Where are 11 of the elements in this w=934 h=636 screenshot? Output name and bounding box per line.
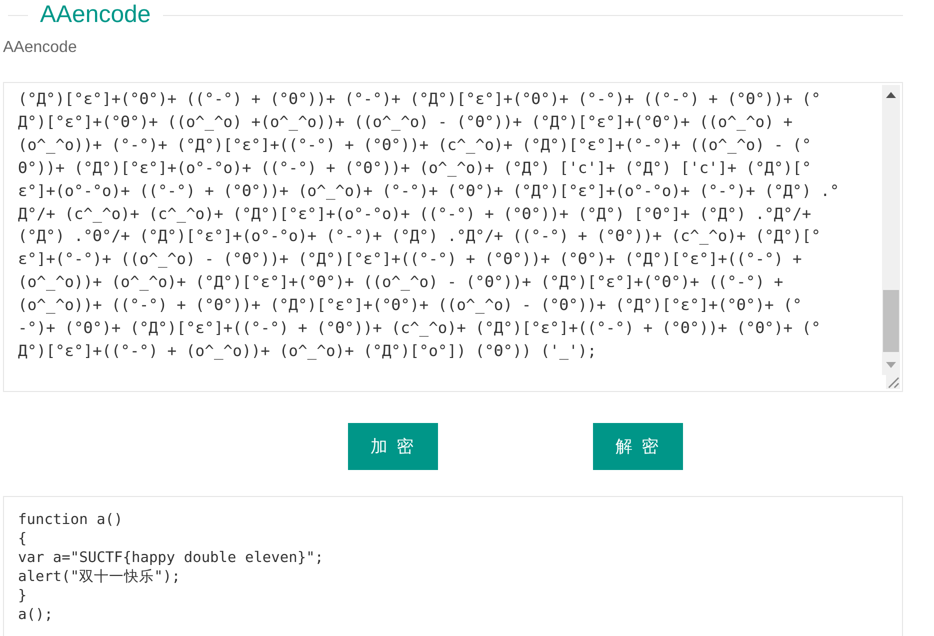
action-button[interactable]: 加 密 [348,423,438,470]
scrollbar-thumb[interactable] [883,290,899,352]
subtitle: AAencode [3,39,78,58]
scroll-down-icon[interactable] [886,362,896,368]
section-title: AAencode [40,0,151,30]
output-box: function a() { var a="SUCTF{happy double eleven}"; alert("双十一快乐"); } a(); [3,496,903,636]
scroll-up-icon[interactable] [886,92,896,98]
scrollbar[interactable] [882,85,900,375]
action-button[interactable]: 解 密 [593,423,683,470]
encoded-textarea[interactable]: (°Д°)[°ε°]+(°Θ°)+ ((°-°) + (°Θ°))+ (°-°)+ (°Д°)[°ε°]+(°Θ°)+ (°-°)+ ((°-°) + (°Θ°))+ (° Д°)[°ε°]+(°Θ°)+ ((o^_^o) +(o^_^o))+ ((o^_^o) - (°Θ°))+ (°Д°)[°ε°]+(°Θ°)+ ((o^_^o) + (o^_^o))+ (°-°)+ (°Д°)[°ε°]+((°-°) + (°Θ°))+ (c^_^o)+ (°Д°)[°ε°]+(°-°)+ ((o^_^o) - (° Θ°))+ (°Д°)[°ε°]+(o°-°o)+ ((°-°) + (°Θ°))+ (o^_^o)+ (°Д°) ['c']+ (°Д°) ['c']+ (°Д°)[° ε°]+(o°-°o)+ ((°-°) + (°Θ°))+ (o^_^o)+ (°-°)+ (°Θ°)+ (°Д°)[°ε°]+(o°-°o)+ (°-°)+ (°Д°) .° Д°/+ (c^_^o)+ (c^_^o)+ (°Д°)[°ε°]+(o°-°o)+ ((°-°) + (°Θ°))+ (°Д°) [°Θ°]+ (°Д°) .°Д°/+ (°Д°) .°Θ°/+ (°Д°)[°ε°]+(o°-°o)+ (°-°)+ (°Д°) .°Д°/+ ((°-°) + (°Θ°))+ (c^_^o)+ (°Д°)[° ε°]+(°-°)+ ((o^_^o) - (°Θ°))+ (°Д°)[°ε°]+((°-°) + (°Θ°))+ (°Θ°)+ (°Д°)[°ε°]+((°-°) + (o^_^o))+ (o^_^o)+ (°Д°)[°ε°]+(°Θ°)+ ((o^_^o) - (°Θ°))+ (°Д°)[°ε°]+(°Θ°)+ ((°-°) + (o^_^o))+ ((°-°) + (°Θ°))+ (°Д°)[°ε°]+(°Θ°)+ ((o^_^o) - (°Θ°))+ (°Д°)[°ε°]+(°Θ°)+ (° -°)+ (°Θ°)+ (°Д°)[°ε°]+((°-°) + (°Θ°))+ (c^_^o)+ (°Д°)[°ε°]+((°-°) + (°Θ°))+ (°Θ°)+ (° Д°)[°ε°]+((°-°) + (o^_^o))+ (o^_^o)+ (°Д°)[°o°]) (°Θ°)) ('_'); [3,82,903,392]
resize-grip-icon[interactable] [886,375,900,389]
